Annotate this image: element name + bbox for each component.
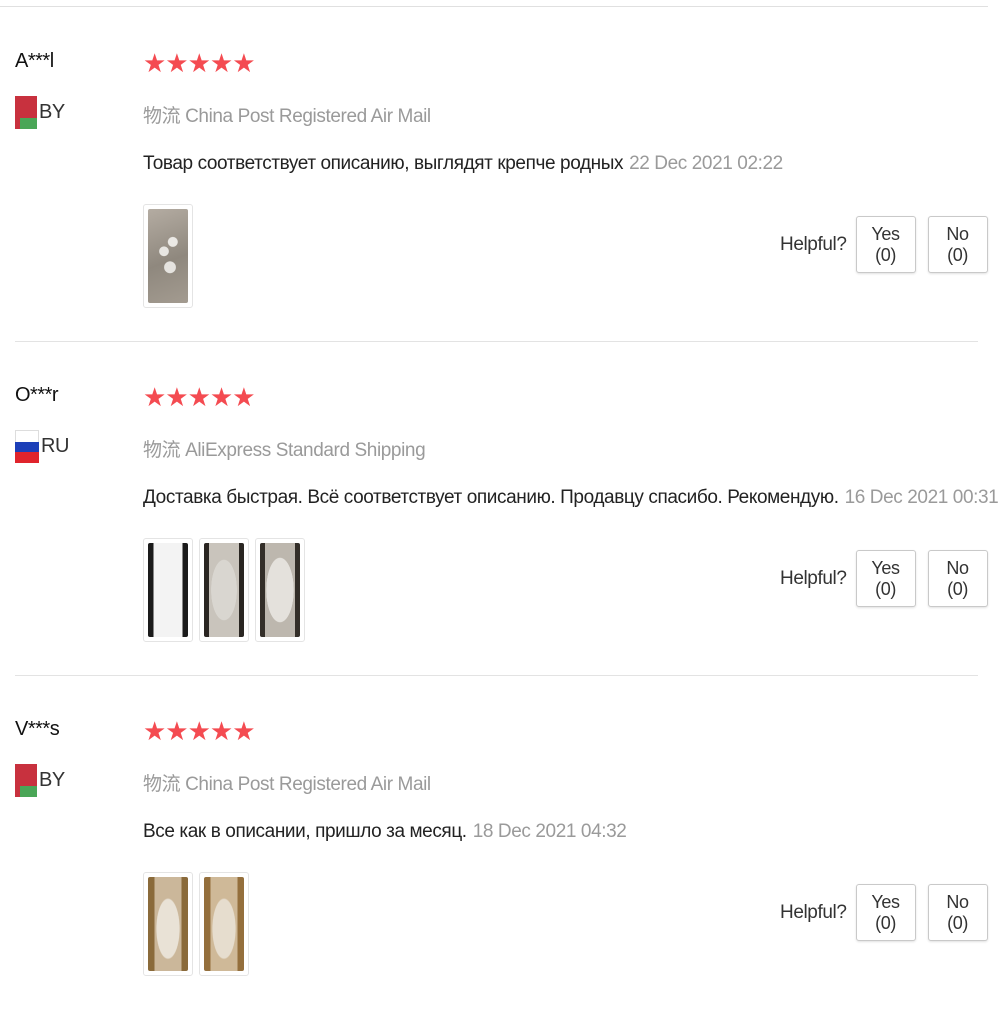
review-text: Доставка быстрая. Всё соответствует опис… xyxy=(143,487,999,509)
helpful-votes: Helpful? Yes (0) No (0) xyxy=(780,550,1000,607)
star-rating: ★★★★★ xyxy=(143,48,256,78)
helpful-no-button[interactable]: No (0) xyxy=(927,550,988,607)
star-rating: ★★★★★ xyxy=(143,382,256,412)
belarus-flag-icon xyxy=(15,96,37,129)
reviewer-country: BY xyxy=(15,96,65,129)
review-text: Все как в описании, пришло за месяц. 18 D… xyxy=(143,821,627,843)
review-item: O***r RU ★★★★★ 物流 AliExpress Standard Sh… xyxy=(0,342,1000,676)
helpful-label: Helpful? xyxy=(780,567,847,589)
review-date: 18 Dec 2021 04:32 xyxy=(472,821,627,842)
helpful-votes: Helpful? Yes (0) No (0) xyxy=(780,216,1000,273)
belarus-flag-icon xyxy=(15,764,37,797)
star-rating: ★★★★★ xyxy=(143,716,256,746)
review-item: A***l BY ★★★★★ 物流 China Post Registered … xyxy=(0,8,1000,342)
review-photos xyxy=(143,872,249,976)
review-item: V***s BY ★★★★★ 物流 China Post Registered … xyxy=(0,676,1000,1010)
review-photo-thumbnail[interactable] xyxy=(143,538,193,642)
reviewer-name: A***l xyxy=(15,50,54,72)
reviewer-country: BY xyxy=(15,764,65,797)
reviewer-name: O***r xyxy=(15,384,59,406)
shipping-method: 物流 AliExpress Standard Shipping xyxy=(143,440,426,461)
review-date: 16 Dec 2021 00:31 xyxy=(844,487,999,508)
review-photo-thumbnail[interactable] xyxy=(199,538,249,642)
review-body: Доставка быстрая. Всё соответствует опис… xyxy=(143,487,839,508)
helpful-yes-button[interactable]: Yes (0) xyxy=(855,884,916,941)
helpful-no-button[interactable]: No (0) xyxy=(927,216,988,273)
review-photo-thumbnail[interactable] xyxy=(143,204,193,308)
helpful-votes: Helpful? Yes (0) No (0) xyxy=(780,884,1000,941)
reviewer-name: V***s xyxy=(15,718,60,740)
review-body: Товар соответствует описанию, выглядят к… xyxy=(143,153,624,174)
russia-flag-icon xyxy=(15,430,39,464)
helpful-yes-button[interactable]: Yes (0) xyxy=(855,550,916,607)
helpful-yes-button[interactable]: Yes (0) xyxy=(855,216,916,273)
review-photos xyxy=(143,538,305,642)
helpful-no-button[interactable]: No (0) xyxy=(927,884,988,941)
top-divider xyxy=(0,6,988,7)
review-body: Все как в описании, пришло за месяц. xyxy=(143,821,467,842)
shipping-method: 物流 China Post Registered Air Mail xyxy=(143,774,431,795)
helpful-label: Helpful? xyxy=(780,233,847,255)
review-photo-thumbnail[interactable] xyxy=(199,872,249,976)
country-code: BY xyxy=(39,101,65,123)
review-photo-thumbnail[interactable] xyxy=(255,538,305,642)
review-text: Товар соответствует описанию, выглядят к… xyxy=(143,153,783,175)
review-date: 22 Dec 2021 02:22 xyxy=(629,153,783,174)
country-code: RU xyxy=(41,435,69,457)
shipping-method: 物流 China Post Registered Air Mail xyxy=(143,106,431,127)
country-code: BY xyxy=(39,769,65,791)
review-photo-thumbnail[interactable] xyxy=(143,872,193,976)
reviewer-country: RU xyxy=(15,430,69,464)
helpful-label: Helpful? xyxy=(780,901,847,923)
review-photos xyxy=(143,204,193,308)
